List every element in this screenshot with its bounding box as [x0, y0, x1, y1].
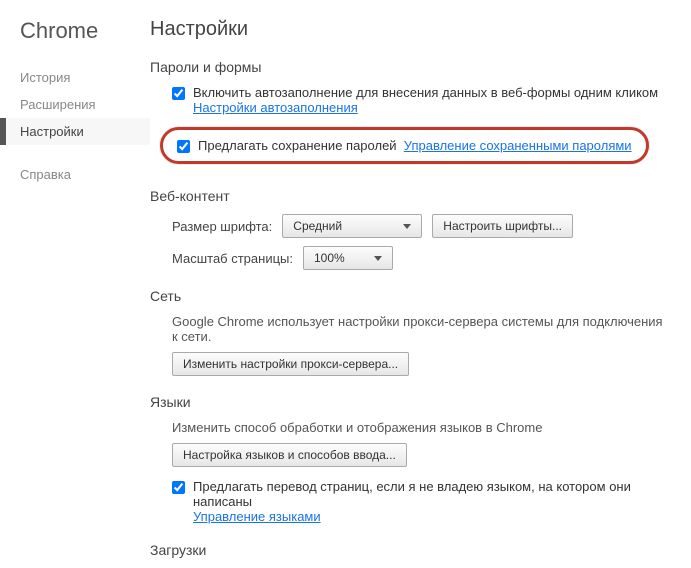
autofill-checkbox[interactable] — [172, 87, 185, 100]
manage-languages-link[interactable]: Управление языками — [193, 509, 321, 524]
languages-description: Изменить способ обработки и отображения … — [172, 420, 671, 435]
manage-passwords-link[interactable]: Управление сохраненными паролями — [404, 138, 632, 153]
fontsize-label: Размер шрифта: — [172, 219, 272, 234]
main-content: Настройки Пароли и формы Включить автоза… — [150, 18, 691, 568]
sidebar-item-extensions[interactable]: Расширения — [0, 91, 150, 118]
section-passwords-title: Пароли и формы — [150, 59, 671, 75]
section-languages-title: Языки — [150, 394, 671, 410]
customize-fonts-button[interactable]: Настроить шрифты... — [432, 214, 573, 238]
zoom-value: 100% — [314, 251, 345, 265]
page-title: Настройки — [150, 18, 671, 41]
proxy-settings-button[interactable]: Изменить настройки прокси-сервера... — [172, 352, 409, 376]
app-title: Chrome — [20, 18, 150, 44]
save-passwords-checkbox[interactable] — [177, 140, 190, 153]
sidebar-item-help[interactable]: Справка — [0, 161, 150, 188]
languages-settings-button[interactable]: Настройка языков и способов ввода... — [172, 443, 407, 467]
section-downloads-title: Загрузки — [150, 542, 671, 558]
fontsize-value: Средний — [293, 219, 342, 233]
section-network-title: Сеть — [150, 288, 671, 304]
autofill-label: Включить автозаполнение для внесения дан… — [193, 85, 658, 100]
translate-checkbox[interactable] — [172, 481, 185, 494]
fontsize-select[interactable]: Средний — [282, 214, 422, 238]
chevron-down-icon — [374, 256, 382, 261]
network-description: Google Chrome использует настройки прокс… — [172, 314, 671, 344]
zoom-select[interactable]: 100% — [303, 246, 393, 270]
sidebar-item-settings[interactable]: Настройки — [0, 118, 150, 145]
sidebar-item-history[interactable]: История — [0, 64, 150, 91]
zoom-label: Масштаб страницы: — [172, 251, 293, 266]
sidebar: Chrome История Расширения Настройки Спра… — [0, 18, 150, 568]
autofill-settings-link[interactable]: Настройки автозаполнения — [193, 100, 358, 115]
translate-label: Предлагать перевод страниц, если я не вл… — [193, 479, 631, 509]
chevron-down-icon — [403, 224, 411, 229]
section-webcontent-title: Веб-контент — [150, 188, 671, 204]
save-passwords-highlight: Предлагать сохранение паролей Управление… — [160, 127, 649, 164]
save-passwords-label: Предлагать сохранение паролей — [198, 138, 397, 153]
